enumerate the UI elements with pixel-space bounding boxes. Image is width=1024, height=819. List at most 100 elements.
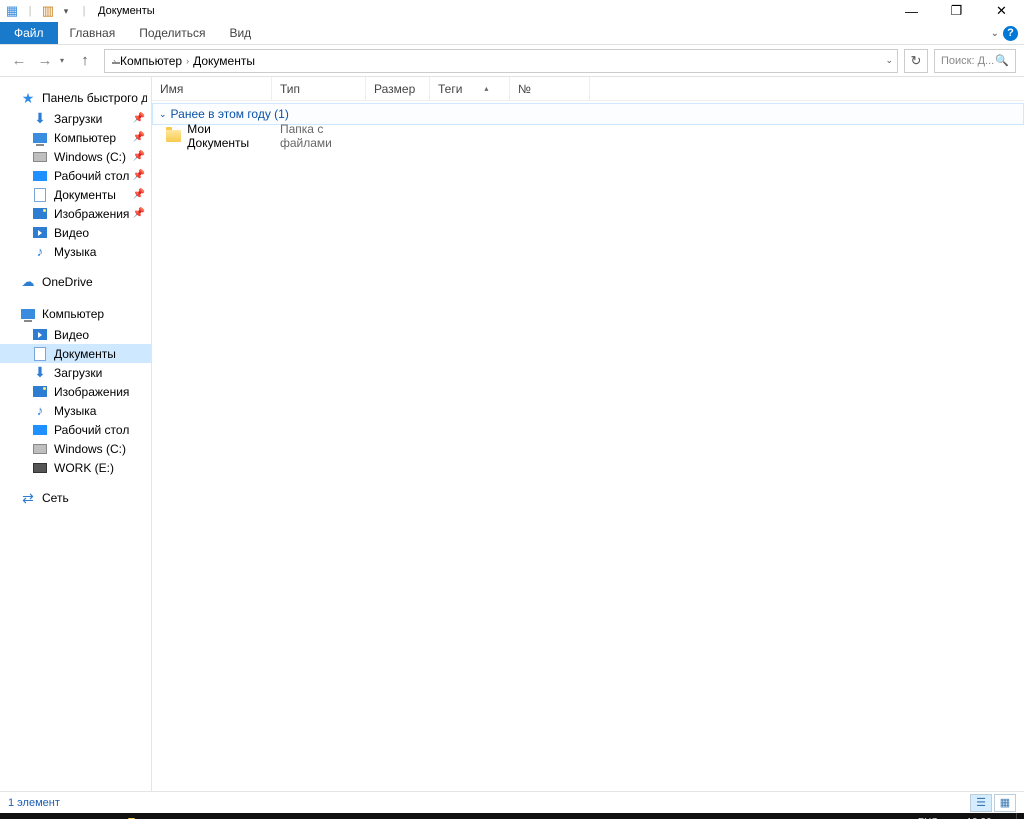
forward-button[interactable]: → <box>34 50 56 72</box>
tab-share[interactable]: Поделиться <box>127 22 217 44</box>
sidebar-item-windows-c2[interactable]: Windows (C:) <box>0 439 151 458</box>
drive-icon <box>32 149 48 165</box>
sidebar-item-computer[interactable]: Компьютер📌 <box>0 128 151 147</box>
network-icon: ⇄ <box>20 490 36 506</box>
tray-network-icon[interactable]: 🖧 <box>842 813 860 819</box>
search-icon: 🔍 <box>995 54 1009 67</box>
sidebar-item-desktop2[interactable]: Рабочий стол <box>0 420 151 439</box>
sidebar-item-downloads2[interactable]: ⬇Загрузки <box>0 363 151 382</box>
tray-volume-icon[interactable]: 🔊 <box>866 813 884 819</box>
sidebar-item-documents[interactable]: Документы📌 <box>0 185 151 204</box>
maximize-button[interactable]: ❐ <box>934 0 979 22</box>
help-icon[interactable]: ? <box>1003 26 1018 41</box>
pin-icon: 📌 <box>133 170 145 181</box>
group-collapse-icon[interactable]: ⌄ <box>159 109 167 120</box>
content-pane: Имя Тип Размер Теги▴ № ⌄ Ранее в этом го… <box>152 77 1024 791</box>
video-icon <box>32 225 48 241</box>
file-tab[interactable]: Файл <box>0 22 58 44</box>
address-bar[interactable]: › Компьютер › Документы ⌄ <box>104 49 898 73</box>
crumb-computer[interactable]: Компьютер <box>120 54 182 68</box>
taskbar-chrome[interactable] <box>188 813 222 819</box>
sidebar-item-work-e[interactable]: WORK (E:) <box>0 458 151 477</box>
taskbar-explorer[interactable] <box>120 813 154 819</box>
ribbon-expand-icon[interactable]: ⌄ <box>991 28 999 39</box>
tray-overflow-icon[interactable]: ⌃ <box>794 813 812 819</box>
close-button[interactable]: ✕ <box>979 0 1024 22</box>
address-dropdown-icon[interactable]: ⌄ <box>885 55 893 66</box>
music-icon: ♪ <box>32 403 48 419</box>
qat-newfolder-icon[interactable]: ▥ <box>40 3 56 19</box>
tray-security-icon[interactable]: ◆ <box>818 813 836 819</box>
download-icon: ⬇ <box>32 365 48 381</box>
start-button[interactable] <box>0 813 40 819</box>
pin-icon: 📌 <box>133 151 145 162</box>
file-type: Папка с файлами <box>272 122 366 150</box>
pin-icon: 📌 <box>133 113 145 124</box>
taskview-button[interactable] <box>80 813 120 819</box>
navigation-bar: ← → ▾ ↑ › Компьютер › Документы ⌄ ↻ Поис… <box>0 45 1024 77</box>
navigation-pane: ★ Панель быстрого доступ ⬇Загрузки📌 Комп… <box>0 77 152 791</box>
qat-properties-icon[interactable]: ▦ <box>4 3 20 19</box>
minimize-button[interactable]: — <box>889 0 934 22</box>
network-header[interactable]: ⇄ Сеть <box>0 487 151 509</box>
refresh-button[interactable]: ↻ <box>904 49 928 73</box>
file-row[interactable]: Мои Документы Папка с файлами <box>152 125 1024 147</box>
computer-header[interactable]: Компьютер <box>0 303 151 325</box>
show-desktop-button[interactable] <box>1016 813 1022 819</box>
computer-label: Компьютер <box>42 307 104 321</box>
desktop-icon <box>32 422 48 438</box>
sidebar-item-music2[interactable]: ♪Музыка <box>0 401 151 420</box>
pin-icon: 📌 <box>133 208 145 219</box>
tab-home[interactable]: Главная <box>58 22 128 44</box>
taskbar: 321 S ⌃ ◆ 🖧 🔊 ▭ РУС RU 12:26 21.08.2015 <box>0 813 1024 819</box>
tray-action-center-icon[interactable]: ▭ <box>890 813 908 819</box>
col-type[interactable]: Тип <box>272 77 366 100</box>
column-headers: Имя Тип Размер Теги▴ № <box>152 77 1024 101</box>
col-size[interactable]: Размер <box>366 77 430 100</box>
sidebar-item-downloads[interactable]: ⬇Загрузки📌 <box>0 109 151 128</box>
search-placeholder: Поиск: Д... <box>941 55 994 67</box>
search-input[interactable]: Поиск: Д... 🔍 <box>934 49 1016 73</box>
history-dropdown-icon[interactable]: ▾ <box>60 56 70 65</box>
sidebar-item-documents2[interactable]: Документы <box>0 344 151 363</box>
star-icon: ★ <box>20 90 36 106</box>
col-tags[interactable]: Теги▴ <box>430 77 510 100</box>
document-icon <box>32 187 48 203</box>
titlebar: ▦ | ▥ ▾ | Документы — ❐ ✕ <box>0 0 1024 22</box>
ribbon-tabs: Файл Главная Поделиться Вид ⌄ ? <box>0 22 1024 45</box>
crumb-sep-icon[interactable]: › <box>113 56 116 66</box>
pc-icon <box>32 130 48 146</box>
onedrive-header[interactable]: ☁ OneDrive <box>0 271 151 293</box>
sidebar-item-music[interactable]: ♪Музыка <box>0 242 151 261</box>
col-name[interactable]: Имя <box>152 77 272 100</box>
group-label: Ранее в этом году (1) <box>171 107 289 121</box>
pin-icon: 📌 <box>133 132 145 143</box>
up-button[interactable]: ↑ <box>74 50 96 72</box>
tab-view[interactable]: Вид <box>217 22 263 44</box>
crumb-sep-icon[interactable]: › <box>186 56 189 66</box>
sidebar-item-videos[interactable]: Видео <box>0 223 151 242</box>
quick-access-label: Панель быстрого доступ <box>42 91 147 105</box>
qat-dropdown-icon[interactable]: ▾ <box>58 3 74 19</box>
sidebar-item-desktop[interactable]: Рабочий стол📌 <box>0 166 151 185</box>
folder-icon <box>166 130 181 142</box>
sidebar-item-pictures[interactable]: Изображения📌 <box>0 204 151 223</box>
quick-access-header[interactable]: ★ Панель быстрого доступ <box>0 87 151 109</box>
sidebar-item-pictures2[interactable]: Изображения <box>0 382 151 401</box>
view-details-button[interactable]: ☰ <box>970 794 992 812</box>
crumb-documents[interactable]: Документы <box>193 54 255 68</box>
drive-icon <box>32 441 48 457</box>
taskbar-mpc[interactable]: 321 <box>154 813 188 819</box>
view-large-button[interactable]: ▦ <box>994 794 1016 812</box>
main-area: ★ Панель быстрого доступ ⬇Загрузки📌 Комп… <box>0 77 1024 791</box>
search-button[interactable] <box>40 813 80 819</box>
music-icon: ♪ <box>32 244 48 260</box>
network-label: Сеть <box>42 491 69 505</box>
drive-icon <box>32 460 48 476</box>
back-button[interactable]: ← <box>8 50 30 72</box>
sidebar-item-videos2[interactable]: Видео <box>0 325 151 344</box>
qat-sep2: | <box>76 3 92 19</box>
taskbar-skype[interactable]: S <box>222 813 256 819</box>
sidebar-item-windows-c[interactable]: Windows (C:)📌 <box>0 147 151 166</box>
col-num[interactable]: № <box>510 77 590 100</box>
